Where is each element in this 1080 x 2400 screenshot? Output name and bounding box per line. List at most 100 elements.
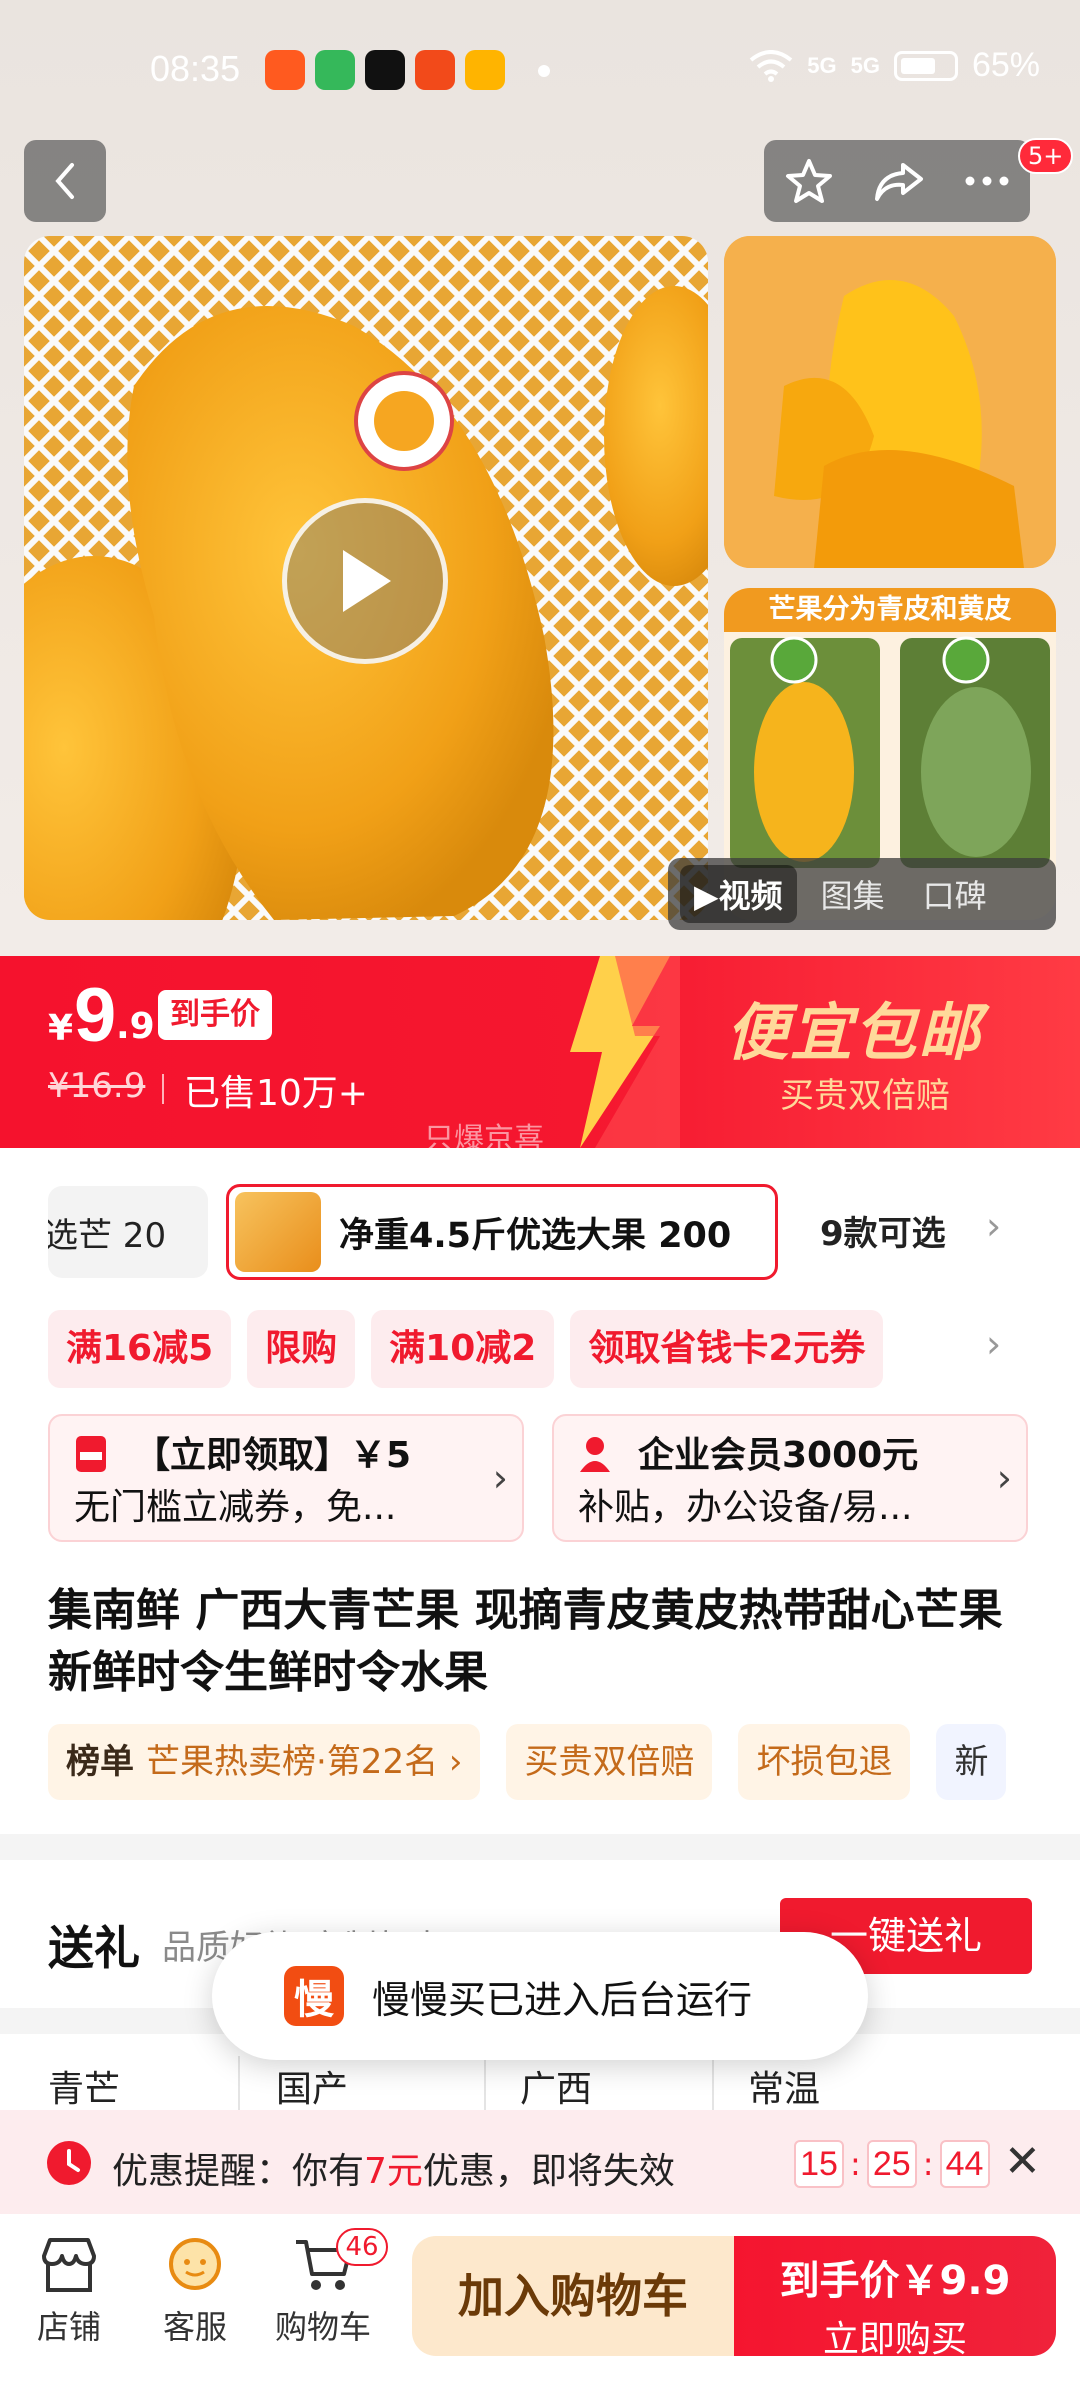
buy-now-label: 立即购买 bbox=[822, 2319, 967, 2360]
toast-message: 慢慢买已进入后台运行 bbox=[372, 1977, 753, 2022]
tab-gallery[interactable]: 图集 bbox=[807, 865, 899, 923]
side-product-image-1[interactable] bbox=[724, 236, 1056, 568]
promo-tag[interactable]: 领取省钱卡2元券 bbox=[570, 1310, 884, 1388]
coupon-card-2[interactable]: 企业会员3000元 补贴，办公设备/易... › bbox=[552, 1414, 1028, 1542]
app-icon: 慢 bbox=[284, 1966, 344, 2026]
add-to-cart-button[interactable]: 加入购物车 bbox=[412, 2236, 734, 2356]
status-app-icons bbox=[265, 50, 505, 90]
peeled-mango-photo bbox=[724, 236, 1056, 568]
coupon-2-title: 企业会员3000元 bbox=[638, 1435, 919, 1476]
price-currency: ¥ bbox=[48, 1008, 74, 1049]
price-divider bbox=[162, 1074, 164, 1104]
buy-now-button[interactable]: 到手价￥9.9 立即购买 bbox=[734, 2236, 1056, 2360]
shop-label: 店铺 bbox=[36, 2308, 101, 2346]
promo-tag[interactable]: 满16减5 bbox=[48, 1310, 232, 1388]
tab-video-label: 视频 bbox=[718, 877, 783, 915]
coupon-2-desc: 补贴，办公设备/易... bbox=[578, 1487, 913, 1528]
sold-count: 已售10万+ bbox=[184, 1073, 368, 1114]
more-icon[interactable] bbox=[964, 175, 1010, 187]
notification-dot-icon bbox=[538, 65, 550, 77]
coupon-card-1[interactable]: 【立即领取】￥5 无门槛立减券，免... › bbox=[48, 1414, 524, 1542]
play-video-button[interactable] bbox=[282, 498, 448, 664]
service-icon bbox=[169, 2238, 221, 2290]
cart-label: 购物车 bbox=[274, 2308, 371, 2346]
orange-app-icon bbox=[415, 50, 455, 90]
coupon-1-desc: 无门槛立减券，免... bbox=[74, 1487, 397, 1528]
promo-tags: 满16减5 限购 满10减2 领取省钱卡2元券 bbox=[48, 1310, 884, 1388]
cart-button[interactable]: 46 购物车 bbox=[268, 2228, 388, 2348]
spec-option-1-label: 选芒 20 bbox=[48, 1215, 167, 1256]
tab-video[interactable]: ▶视频 bbox=[680, 865, 797, 923]
return-tag[interactable]: 坏损包退 bbox=[738, 1724, 911, 1800]
tiktok-app-icon bbox=[365, 50, 405, 90]
attribute-row: 青芒 国产 广西 常温 bbox=[0, 2056, 1080, 2114]
reminder-prefix: 优惠提醒：你有 bbox=[112, 2151, 365, 2192]
video-app-icon bbox=[465, 50, 505, 90]
final-price-badge: 到手价 bbox=[158, 990, 272, 1040]
signal-5g-2: 5G bbox=[850, 52, 880, 78]
buy-now-price: 到手价￥9.9 bbox=[779, 2258, 1011, 2304]
chevron-right-icon: › bbox=[492, 1456, 508, 1500]
shop-button[interactable]: 店铺 bbox=[14, 2236, 124, 2348]
price-decimal: .9 bbox=[116, 1006, 155, 1047]
reminder-amount: 7元 bbox=[364, 2151, 423, 2192]
timer-colon: : bbox=[850, 2145, 861, 2183]
spec-count[interactable]: 9款可选 bbox=[820, 1206, 946, 1255]
product-tags: 榜单 芒果热卖榜·第22名 › 买贵双倍赔 坏损包退 新 bbox=[48, 1724, 1007, 1800]
price-integer: 9 bbox=[74, 973, 117, 1058]
battery-icon bbox=[893, 50, 958, 81]
promo-chevron-right-icon[interactable]: › bbox=[986, 1322, 1001, 1366]
status-time: 08:35 bbox=[150, 48, 241, 89]
product-hero: 08:35 5G 5G 65% 5+ 芒果分为青皮和黄皮 ▶视频 图集 口碑 bbox=[0, 0, 1080, 956]
new-tag[interactable]: 新 bbox=[936, 1724, 1007, 1800]
attribute-divider bbox=[484, 2056, 486, 2114]
taobao-app-icon bbox=[265, 50, 305, 90]
service-label: 客服 bbox=[162, 2308, 227, 2346]
discount-reminder-bar[interactable]: 优惠提醒：你有7元优惠，即将失效 15 : 25 : 44 ✕ bbox=[0, 2110, 1080, 2214]
timer-colon: : bbox=[922, 2145, 934, 2183]
ranking-tag[interactable]: 榜单 芒果热卖榜·第22名 › bbox=[48, 1724, 481, 1800]
attribute-item: 青芒 bbox=[48, 2069, 121, 2110]
main-product-image[interactable] bbox=[24, 236, 708, 920]
signal-5g-1: 5G bbox=[807, 52, 837, 78]
side-image-title: 芒果分为青皮和黄皮 bbox=[724, 588, 1056, 632]
section-divider bbox=[0, 1834, 1080, 1860]
back-button[interactable] bbox=[24, 140, 106, 222]
cart-count-badge: 46 bbox=[336, 2228, 388, 2266]
coupon-1-title: 【立即领取】￥5 bbox=[134, 1435, 412, 1476]
attribute-item: 广西 bbox=[520, 2069, 593, 2110]
ranking-label: 榜单 bbox=[66, 1742, 134, 1782]
coupon-icon bbox=[76, 1436, 106, 1472]
price-banner: ¥ 9 .9 到手价 ¥16.9 已售10万+ 便宜包邮 买贵双倍赔 只爆京喜 bbox=[0, 956, 1080, 1148]
status-bar: 08:35 5G 5G 65% bbox=[0, 0, 1080, 140]
original-price: ¥16.9 bbox=[48, 1066, 146, 1106]
timer-hours: 15 bbox=[794, 2140, 844, 2188]
attribute-item: 常温 bbox=[748, 2069, 821, 2110]
attribute-item: 国产 bbox=[276, 2069, 349, 2110]
spec-selector: 选芒 20 净重4.5斤优选大果 200 9款可选 › bbox=[0, 1176, 1080, 1280]
promo-tag[interactable]: 满10减2 bbox=[371, 1310, 555, 1388]
ghost-brand-text: 只爆京喜 bbox=[424, 1122, 544, 1148]
reminder-suffix: 优惠，即将失效 bbox=[422, 2151, 675, 2192]
share-icon[interactable] bbox=[873, 159, 925, 203]
guarantee-tag[interactable]: 买贵双倍赔 bbox=[506, 1724, 713, 1800]
attribute-divider bbox=[712, 2056, 714, 2114]
customer-service-button[interactable]: 客服 bbox=[140, 2236, 250, 2348]
close-icon[interactable]: ✕ bbox=[1004, 2136, 1041, 2187]
chevron-right-icon[interactable]: › bbox=[986, 1204, 1001, 1248]
promo-tag[interactable]: 限购 bbox=[247, 1310, 356, 1388]
media-tabs: ▶视频 图集 口碑 bbox=[668, 858, 1056, 930]
bottom-action-bar: 店铺 客服 46 购物车 加入购物车 到手价￥9.9 立即购买 bbox=[0, 2214, 1080, 2400]
tab-reviews[interactable]: 口碑 bbox=[909, 865, 1001, 923]
timer-seconds: 44 bbox=[939, 2140, 990, 2188]
promo-subtitle: 买贵双倍赔 bbox=[780, 1076, 950, 1116]
message-count-badge: 5+ bbox=[1018, 138, 1074, 174]
status-right: 5G 5G 65% bbox=[749, 46, 1040, 85]
spec-option-1[interactable]: 选芒 20 bbox=[48, 1186, 208, 1278]
chevron-right-icon: › bbox=[996, 1456, 1012, 1500]
shop-icon bbox=[42, 2238, 96, 2292]
spec-option-selected[interactable]: 净重4.5斤优选大果 200 bbox=[226, 1184, 778, 1280]
member-icon bbox=[580, 1437, 610, 1472]
spec-thumbnail bbox=[235, 1192, 321, 1272]
star-icon[interactable] bbox=[784, 156, 834, 206]
